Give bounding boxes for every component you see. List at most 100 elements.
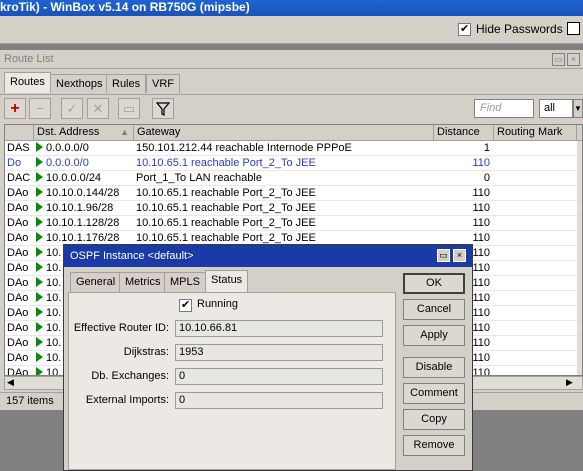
copy-button[interactable]: Copy xyxy=(403,409,465,430)
cell-distance: 1 xyxy=(483,142,490,154)
remove-button[interactable]: Remove xyxy=(403,435,465,456)
route-flag-icon xyxy=(36,322,43,332)
cell-routing-mark xyxy=(494,261,577,276)
tab-general[interactable]: General xyxy=(70,272,122,292)
cell-routing-mark xyxy=(494,351,577,366)
comment-button[interactable]: Comment xyxy=(403,383,465,404)
cell-routing-mark xyxy=(494,336,577,351)
hide-passwords-label: Hide Passwords xyxy=(476,22,563,36)
cell-routing-mark xyxy=(494,171,577,186)
scroll-right-icon[interactable]: ▶ xyxy=(566,377,573,388)
tab-nexthops[interactable]: Nexthops xyxy=(50,74,109,93)
cell-distance: 110 xyxy=(472,202,490,214)
route-flag-icon xyxy=(36,367,43,375)
tab-rules[interactable]: Rules xyxy=(106,74,147,93)
cell-flags: DAC xyxy=(7,172,31,184)
col-header-dst[interactable]: Dst. Address ▲ xyxy=(34,125,134,141)
table-row[interactable]: DAo 10.10.1.128/28 10.10.65.1 reachable Po… xyxy=(5,216,577,231)
table-row[interactable]: DAC 10.0.0.0/24 Port_1_To LAN reachable 0 xyxy=(5,171,577,186)
cell-routing-mark xyxy=(494,321,577,336)
cell-routing-mark xyxy=(494,246,577,261)
disable-button[interactable]: Disable xyxy=(403,357,465,378)
tab-vrf[interactable]: VRF xyxy=(146,74,180,93)
dialog-restore-icon[interactable]: ▭ xyxy=(437,249,450,262)
cell-flags: DAo xyxy=(7,322,29,334)
status-panel: Running Effective Router ID: 10.10.66.81… xyxy=(68,292,396,470)
cell-gateway: 10.10.65.1 reachable Port_2_To JEE xyxy=(136,187,316,199)
comment-icon[interactable]: ▭ xyxy=(118,98,140,119)
col-header-gateway[interactable]: Gateway xyxy=(134,125,434,141)
table-row[interactable]: DAo 10.10.0.144/28 10.10.65.1 reachable Po… xyxy=(5,186,577,201)
running-checkbox xyxy=(179,298,192,312)
cell-routing-mark xyxy=(494,291,577,306)
cell-gateway: Port_1_To LAN reachable xyxy=(136,172,262,184)
apply-button[interactable]: Apply xyxy=(403,325,465,346)
cell-flags: DAo xyxy=(7,307,29,319)
running-label: Running xyxy=(197,298,238,310)
route-flag-icon xyxy=(36,277,43,287)
cell-flags: DAo xyxy=(7,247,29,259)
cell-gateway: 10.10.65.1 reachable Port_2_To JEE xyxy=(136,202,316,214)
table-row[interactable]: Do 0.0.0.0/0 10.10.65.1 reachable Port_2_T… xyxy=(5,156,577,171)
dijkstras-value: 1953 xyxy=(175,344,383,361)
cell-flags: DAo xyxy=(7,187,29,199)
window-title: kroTik) - WinBox v5.14 on RB750G (mipsbe… xyxy=(0,0,583,16)
cell-routing-mark xyxy=(494,366,577,375)
route-flag-icon xyxy=(36,337,43,347)
col-header-menu[interactable] xyxy=(577,125,582,141)
cell-flags: DAo xyxy=(7,352,29,364)
close-icon[interactable]: × xyxy=(567,53,580,66)
route-flag-icon xyxy=(36,202,43,212)
ospf-instance-dialog: OSPF Instance <default> ▭ × General Metr… xyxy=(63,244,473,471)
external-imports-label: External Imports: xyxy=(85,394,169,406)
cell-routing-mark xyxy=(494,156,577,171)
add-icon[interactable]: + xyxy=(4,98,26,119)
cell-dst: 10.0.0.0/24 xyxy=(34,171,134,186)
cancel-button[interactable]: Cancel xyxy=(403,299,465,320)
cell-flags: DAo xyxy=(7,232,29,244)
hide-passwords-checkbox[interactable] xyxy=(458,22,471,36)
route-flag-icon xyxy=(36,262,43,272)
cell-dst: 10.10.1.128/28 xyxy=(34,216,134,231)
tab-routes[interactable]: Routes xyxy=(4,72,51,93)
vertical-scrollbar[interactable] xyxy=(577,141,582,375)
cell-routing-mark xyxy=(494,201,577,216)
remove-icon[interactable]: − xyxy=(29,98,51,119)
dialog-close-icon[interactable]: × xyxy=(453,249,466,262)
cell-routing-mark xyxy=(494,306,577,321)
cell-distance: 110 xyxy=(472,187,490,199)
restore-icon[interactable]: ▭ xyxy=(552,53,565,66)
cell-dst: 0.0.0.0/0 xyxy=(34,141,134,156)
table-row[interactable]: DAo 10.10.1.96/28 10.10.65.1 reachable Por… xyxy=(5,201,577,216)
cell-routing-mark xyxy=(494,276,577,291)
cell-routing-mark xyxy=(494,141,577,156)
scroll-left-icon[interactable]: ◀ xyxy=(7,377,14,388)
tab-status[interactable]: Status xyxy=(205,270,249,292)
ok-button[interactable]: OK xyxy=(403,273,465,294)
db-exchanges-label: Db. Exchanges: xyxy=(91,370,169,382)
window-square-icon[interactable] xyxy=(567,22,580,35)
cell-routing-mark xyxy=(494,186,577,201)
enable-icon[interactable]: ✓ xyxy=(61,98,83,119)
find-input[interactable]: Find xyxy=(474,99,534,118)
tab-metrics[interactable]: Metrics xyxy=(119,272,167,292)
col-header-routing-mark[interactable]: Routing Mark xyxy=(494,125,577,141)
cell-gateway: 10.10.65.1 reachable Port_2_To JEE xyxy=(136,217,316,229)
cell-flags: DAo xyxy=(7,217,29,229)
cell-dst: 0.0.0.0/0 xyxy=(34,156,134,171)
cell-dst: 10.10.1.96/28 xyxy=(34,201,134,216)
filter-select[interactable]: all xyxy=(539,99,573,118)
router-id-value: 10.10.66.81 xyxy=(175,320,383,337)
col-header-flags[interactable] xyxy=(5,125,34,141)
filter-icon[interactable] xyxy=(152,98,174,119)
cell-gateway: 10.10.65.1 reachable Port_2_To JEE xyxy=(136,157,316,169)
col-header-distance[interactable]: Distance xyxy=(434,125,494,141)
tab-mpls[interactable]: MPLS xyxy=(164,272,206,292)
router-id-label: Effective Router ID: xyxy=(73,322,169,334)
chevron-down-icon[interactable]: ▼ xyxy=(573,99,583,118)
disable-icon[interactable]: ✕ xyxy=(87,98,109,119)
route-flag-icon xyxy=(36,187,43,197)
route-flag-icon xyxy=(36,307,43,317)
dialog-title: OSPF Instance <default> xyxy=(64,245,472,267)
table-row[interactable]: DAS 0.0.0.0/0 150.101.212.44 reachable Int… xyxy=(5,141,577,156)
